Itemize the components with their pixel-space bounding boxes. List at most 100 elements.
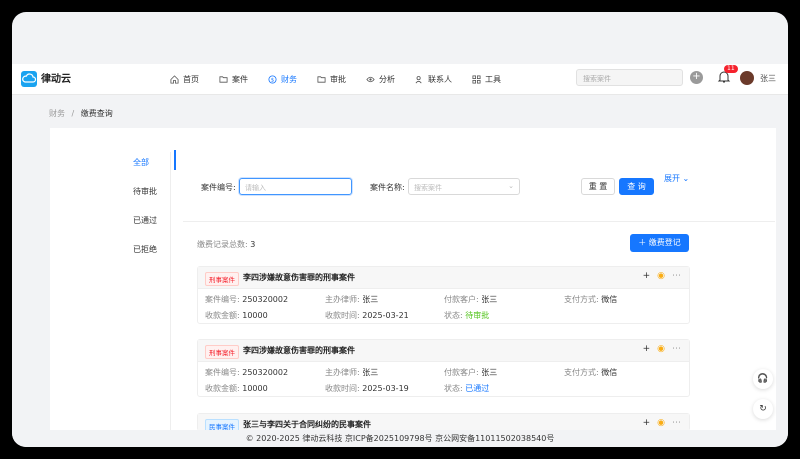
nav-item-label: 联系人	[428, 74, 452, 84]
field-label: 收款金额:	[205, 384, 240, 393]
field-value: 2025-03-21	[362, 311, 409, 320]
side-item-all[interactable]: 全部	[130, 150, 176, 179]
field-customer: 付款客户: 张三	[444, 294, 497, 305]
eye-icon[interactable]: ◉	[657, 344, 665, 354]
record-header: 刑事案件 李四涉嫌故意伤害罪的刑事案件 + ◉ ⋯	[198, 340, 689, 362]
field-value: 微信	[601, 295, 618, 304]
chevron-down-icon: ⌄	[508, 182, 514, 190]
user-name[interactable]: 张三	[760, 73, 776, 84]
contacts-icon	[415, 75, 422, 83]
footer: © 2020-2025 律动云科技 京ICP备2025109798号 京公网安备…	[12, 430, 788, 447]
field-pay-method: 支付方式: 微信	[564, 367, 617, 378]
field-status: 状态: 待审批	[444, 310, 489, 321]
nav-item-label: 首页	[183, 74, 199, 84]
folder-icon	[317, 75, 326, 83]
eye-icon[interactable]: ◉	[657, 271, 665, 281]
nav-item-cases[interactable]: 案件	[219, 74, 248, 85]
more-icon[interactable]: ⋯	[672, 271, 681, 281]
more-icon[interactable]: ⋯	[672, 344, 681, 354]
plus-icon[interactable]: +	[643, 271, 651, 281]
record-header: 刑事案件 李四涉嫌故意伤害罪的刑事案件 + ◉ ⋯	[198, 267, 689, 289]
nav-item-tools[interactable]: 工具	[472, 74, 501, 85]
status-badge: 待审批	[465, 311, 490, 320]
register-payment-button[interactable]: ＋ 缴费登记	[630, 234, 689, 252]
field-label: 付款客户:	[444, 368, 479, 377]
field-label: 状态:	[444, 311, 463, 320]
field-value: 2025-03-19	[362, 384, 409, 393]
nav-item-analysis[interactable]: 分析	[366, 74, 395, 85]
nav-item-approval[interactable]: 审批	[317, 74, 346, 85]
plus-icon[interactable]: +	[643, 344, 651, 354]
payment-record[interactable]: 刑事案件 李四涉嫌故意伤害罪的刑事案件 + ◉ ⋯ 案件编号: 25032000…	[197, 339, 690, 397]
payment-record[interactable]: 民事案件 张三与李四关于合同纠纷的民事案件 + ◉ ⋯	[197, 413, 690, 436]
refresh-icon[interactable]: ↻	[753, 399, 773, 419]
case-no-input[interactable]: 请输入	[239, 178, 352, 195]
case-name-select[interactable]: 搜索案件 ⌄	[408, 178, 520, 195]
record-total: 缴费记录总数: 3	[197, 239, 255, 250]
field-label: 案件编号:	[205, 368, 240, 377]
status-badge: 已通过	[465, 384, 490, 393]
field-time: 收款时间: 2025-03-21	[325, 310, 409, 321]
field-label: 收款时间:	[325, 311, 360, 320]
record-actions: + ◉ ⋯	[643, 271, 681, 281]
field-value: 10000	[242, 384, 268, 393]
field-label: 案件编号:	[205, 295, 240, 304]
record-body: 案件编号: 250320002 主办律师: 张三 付款客户: 张三 支付方式: …	[198, 362, 689, 396]
case-name-placeholder: 搜索案件	[414, 184, 442, 192]
divider	[170, 152, 171, 430]
nav-item-label: 财务	[281, 74, 297, 84]
nav-item-home[interactable]: 首页	[170, 74, 199, 85]
more-icon[interactable]: ⋯	[672, 418, 681, 428]
plus-icon[interactable]: +	[643, 418, 651, 428]
field-value: 张三	[481, 368, 498, 377]
field-label: 状态:	[444, 384, 463, 393]
payment-record[interactable]: 刑事案件 李四涉嫌故意伤害罪的刑事案件 + ◉ ⋯ 案件编号: 25032000…	[197, 266, 690, 324]
svg-text:$: $	[271, 77, 274, 83]
add-button[interactable]: +	[690, 71, 703, 84]
app-name: 律动云	[41, 74, 71, 85]
nav-item-label: 案件	[232, 74, 248, 84]
breadcrumb-current: 缴费查询	[80, 109, 113, 118]
side-item-approved[interactable]: 已通过	[130, 208, 172, 237]
field-case-no: 案件编号: 250320002	[205, 367, 288, 378]
header-search-input[interactable]: 搜索案件	[576, 69, 683, 86]
record-body: 案件编号: 250320002 主办律师: 张三 付款客户: 张三 支付方式: …	[198, 289, 689, 323]
field-label: 主办律师:	[325, 295, 360, 304]
field-value: 张三	[481, 295, 498, 304]
record-title[interactable]: 李四涉嫌故意伤害罪的刑事案件	[243, 345, 355, 356]
record-title[interactable]: 李四涉嫌故意伤害罪的刑事案件	[243, 272, 355, 283]
expand-toggle[interactable]: 展开 ⌄	[664, 173, 689, 184]
eye-icon[interactable]: ◉	[657, 418, 665, 428]
nav-item-contacts[interactable]: 联系人	[415, 74, 452, 85]
divider	[183, 221, 775, 222]
headset-support-icon[interactable]: 🎧	[753, 369, 773, 389]
plus-icon: ＋	[638, 238, 649, 247]
nav-item-label: 工具	[485, 74, 501, 84]
field-label: 支付方式:	[564, 368, 599, 377]
case-type-tag: 刑事案件	[205, 345, 239, 359]
main-card: 全部 待审批 已通过 已拒绝 案件编号: 请输入 案件名称: 搜索案件 ⌄ 重 …	[50, 128, 776, 436]
status-sidebar: 全部 待审批 已通过 已拒绝	[130, 150, 176, 266]
nav-item-label: 审批	[330, 74, 346, 84]
field-value: 张三	[362, 368, 379, 377]
side-item-rejected[interactable]: 已拒绝	[130, 237, 172, 266]
expand-label: 展开	[664, 174, 680, 183]
reset-button[interactable]: 重 置	[581, 178, 615, 195]
query-button[interactable]: 查 询	[619, 178, 654, 195]
case-name-label: 案件名称:	[370, 183, 405, 192]
record-title[interactable]: 张三与李四关于合同纠纷的民事案件	[243, 419, 371, 430]
notification-badge: 11	[724, 65, 738, 73]
breadcrumb-parent[interactable]: 财务	[49, 109, 65, 118]
field-value: 张三	[362, 295, 379, 304]
record-total-count: 3	[250, 240, 256, 249]
side-item-pending[interactable]: 待审批	[130, 179, 172, 208]
record-actions: + ◉ ⋯	[643, 418, 681, 428]
tools-icon	[472, 74, 481, 84]
avatar[interactable]	[740, 71, 754, 85]
field-time: 收款时间: 2025-03-19	[325, 383, 409, 394]
case-no-label: 案件编号:	[201, 183, 236, 192]
nav-item-finance[interactable]: $ 财务	[268, 74, 297, 85]
field-label: 收款金额:	[205, 311, 240, 320]
app-window: 律动云 首页 案件 $ 财务 审批 分析 联系人 工具 搜索案件 + 11 张三…	[12, 12, 788, 447]
field-label: 主办律师:	[325, 368, 360, 377]
